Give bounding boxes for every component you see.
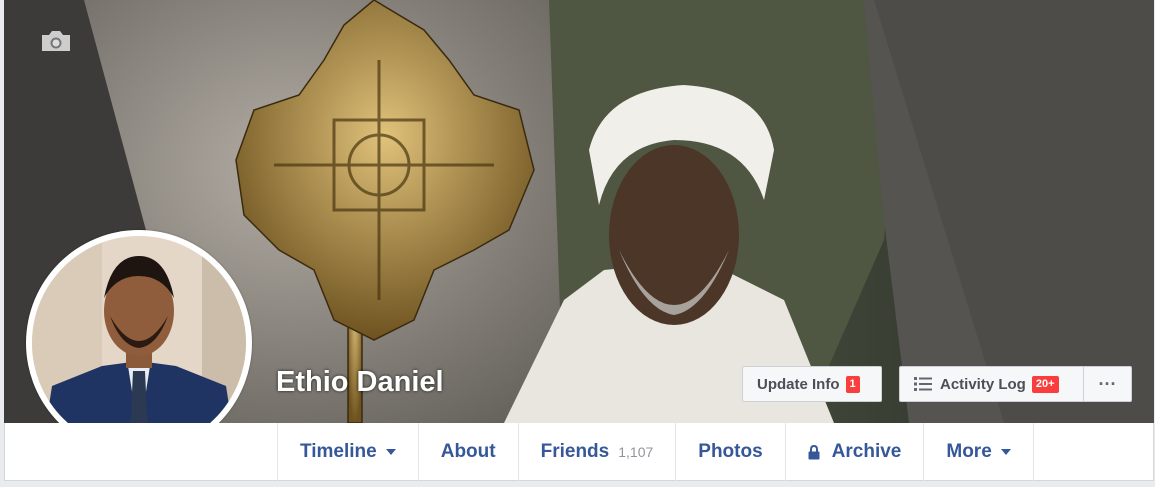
- chevron-down-icon: [385, 449, 396, 455]
- tab-archive[interactable]: Archive: [786, 423, 925, 481]
- tab-timeline-label: Timeline: [300, 441, 377, 462]
- profile-tabs: Timeline About Friends 1,107 Photos Arch…: [277, 423, 1034, 481]
- tab-about[interactable]: About: [419, 423, 519, 481]
- tab-archive-label: Archive: [831, 441, 902, 462]
- more-options-icon: ···: [1098, 373, 1117, 394]
- lock-icon: [808, 444, 820, 460]
- chevron-down-icon: [1000, 449, 1011, 455]
- update-info-button[interactable]: Update Info 1: [742, 366, 882, 402]
- camera-icon[interactable]: [40, 28, 72, 54]
- update-info-badge: 1: [845, 375, 860, 393]
- tab-about-label: About: [440, 441, 496, 462]
- update-info-label: Update Info: [757, 375, 840, 393]
- activity-log-label: Activity Log: [940, 375, 1026, 393]
- profile-nav-bar: Timeline About Friends 1,107 Photos Arch…: [4, 423, 1154, 481]
- activity-log-badge: 20+: [1031, 375, 1059, 393]
- tab-friends-label: Friends: [540, 441, 610, 462]
- tab-photos-label: Photos: [698, 441, 763, 462]
- tab-timeline[interactable]: Timeline: [278, 423, 419, 481]
- avatar: [32, 236, 246, 450]
- tab-friends[interactable]: Friends 1,107: [519, 423, 677, 481]
- tab-more[interactable]: More: [924, 423, 1034, 481]
- tab-more-label: More: [946, 441, 992, 462]
- profile-name[interactable]: Ethio Daniel: [276, 366, 444, 399]
- list-icon: [914, 376, 932, 392]
- friends-count: 1,107: [618, 444, 654, 460]
- more-options-button[interactable]: ···: [1083, 366, 1132, 402]
- profile-header: Ethio Daniel Update Info 1 Activity Log …: [4, 0, 1154, 487]
- activity-log-button[interactable]: Activity Log 20+: [899, 366, 1085, 402]
- tab-photos[interactable]: Photos: [676, 423, 786, 481]
